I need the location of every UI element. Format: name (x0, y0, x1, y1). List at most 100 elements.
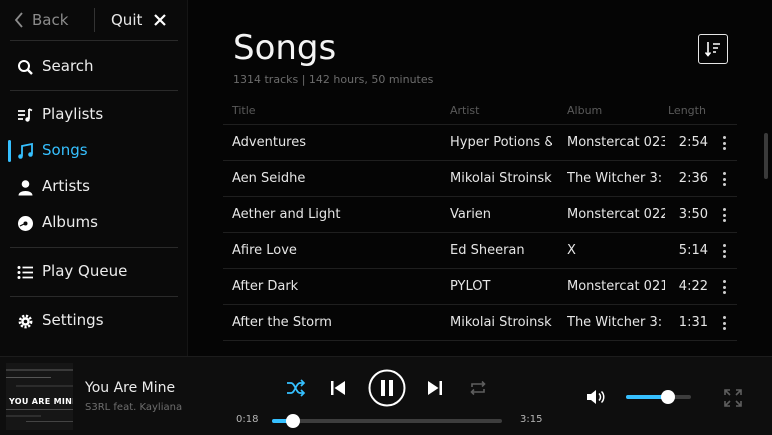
song-title: Aether and Light (232, 207, 341, 222)
more-options-icon[interactable] (717, 170, 731, 188)
total-time: 3:15 (520, 414, 543, 425)
close-icon (154, 14, 167, 26)
back-label: Back (32, 11, 69, 29)
song-artist: Hyper Potions & (450, 135, 552, 150)
song-album: Monstercat 023 (567, 135, 665, 150)
song-title: After Dark (232, 279, 299, 294)
divider (10, 296, 178, 297)
sidebar-item-label: Playlists (42, 105, 104, 123)
song-artist: Varien (450, 207, 492, 222)
sidebar-item-search[interactable]: Search (0, 52, 188, 82)
song-artist: Mikolai Stroinski (450, 315, 552, 330)
divider (10, 90, 178, 91)
song-album: Monstercat 022 (567, 207, 665, 222)
sidebar-item-settings[interactable]: Settings (0, 306, 188, 336)
music-note-icon (18, 143, 33, 159)
sidebar-item-play-queue[interactable]: Play Queue (0, 257, 188, 287)
cover-text: YOU ARE MINE (9, 397, 73, 406)
column-header-album[interactable]: Album (567, 104, 602, 117)
song-artist: Mikolai Stroinski (450, 171, 552, 186)
table-row[interactable]: After the Storm Mikolai Stroinski The Wi… (223, 304, 737, 340)
column-header-length[interactable]: Length (668, 104, 706, 117)
seek-bar-handle[interactable] (285, 414, 300, 428)
sidebar-item-artists[interactable]: Artists (0, 172, 188, 202)
disc-icon (18, 216, 33, 231)
table-row[interactable]: Aen Seidhe Mikolai Stroinski The Witcher… (223, 160, 737, 196)
more-options-icon[interactable] (717, 242, 731, 260)
song-album: Monstercat 021 - (567, 279, 665, 294)
song-title: Aen Seidhe (232, 171, 306, 186)
player-bar: YOU ARE MINE You Are Mine S3RL feat. Kay… (0, 356, 772, 435)
sidebar-item-playlists[interactable]: Playlists (0, 100, 188, 130)
sidebar-item-albums[interactable]: Albums (0, 208, 188, 238)
repeat-icon[interactable] (469, 380, 487, 396)
song-album: The Witcher 3: W (567, 171, 665, 186)
now-playing-title: You Are Mine (85, 380, 176, 396)
table-row-partial[interactable] (223, 340, 737, 356)
song-artist: Ed Sheeran (450, 243, 525, 258)
table-row[interactable]: Aether and Light Varien Monstercat 022 3… (223, 196, 737, 232)
scrollbar[interactable] (764, 133, 768, 179)
seek-bar[interactable] (272, 414, 502, 428)
queue-icon (17, 266, 33, 279)
main-content: Songs 1314 tracks | 142 hours, 50 minute… (189, 0, 772, 356)
more-options-icon[interactable] (717, 134, 731, 152)
song-title: Afire Love (232, 243, 297, 258)
shuffle-icon[interactable] (286, 379, 306, 397)
volume-slider[interactable] (626, 390, 691, 404)
sidebar: Back Quit Search Playlists Songs Artists… (0, 0, 188, 356)
back-button[interactable]: Back (14, 8, 68, 32)
more-options-icon[interactable] (717, 206, 731, 224)
gear-icon (18, 314, 33, 329)
playlist-icon (18, 108, 33, 122)
song-title: After the Storm (232, 315, 332, 330)
song-length: 2:54 (678, 135, 708, 150)
song-title: Adventures (232, 135, 307, 150)
song-length: 5:14 (678, 243, 708, 258)
table-row[interactable]: Adventures Hyper Potions & Monstercat 02… (223, 124, 737, 160)
song-length: 1:31 (678, 315, 708, 330)
table-row[interactable]: Afire Love Ed Sheeran X 5:14 (223, 232, 737, 268)
chevron-left-icon (14, 12, 23, 28)
sidebar-item-label: Albums (42, 213, 98, 231)
topbar-divider (94, 8, 95, 32)
more-options-icon[interactable] (717, 314, 731, 332)
sort-button[interactable] (698, 34, 728, 64)
column-header-title[interactable]: Title (232, 104, 256, 117)
sidebar-item-label: Artists (42, 177, 90, 195)
column-header-artist[interactable]: Artist (450, 104, 479, 117)
previous-icon[interactable] (330, 379, 346, 397)
volume-slider-handle[interactable] (661, 390, 676, 404)
pause-icon[interactable] (368, 369, 406, 407)
library-summary: 1314 tracks | 142 hours, 50 minutes (233, 73, 434, 86)
table-row[interactable]: After Dark PYLOT Monstercat 021 - 4:22 (223, 268, 737, 304)
now-playing-artist: S3RL feat. Kayliana (85, 402, 183, 413)
next-icon[interactable] (427, 379, 443, 397)
page-title: Songs (233, 28, 337, 68)
divider (10, 40, 178, 41)
song-length: 4:22 (678, 279, 708, 294)
quit-button[interactable]: Quit (111, 8, 167, 32)
sidebar-topbar: Back Quit (0, 0, 188, 40)
song-artist: PYLOT (450, 279, 491, 294)
song-album: X (567, 243, 576, 258)
sidebar-item-songs[interactable]: Songs (0, 136, 188, 166)
album-cover[interactable]: YOU ARE MINE (6, 363, 73, 430)
elapsed-time: 0:18 (236, 414, 259, 425)
sidebar-item-label: Songs (42, 141, 88, 159)
divider (10, 247, 178, 248)
volume-icon[interactable] (586, 388, 606, 406)
sidebar-item-label: Search (42, 57, 94, 75)
sidebar-item-label: Settings (42, 311, 104, 329)
quit-label: Quit (111, 11, 143, 29)
song-length: 2:36 (678, 171, 708, 186)
song-album: The Witcher 3: W (567, 315, 665, 330)
sort-icon (704, 42, 720, 57)
active-indicator (8, 140, 11, 162)
sidebar-item-label: Play Queue (42, 262, 128, 280)
more-options-icon[interactable] (717, 278, 731, 296)
search-icon (18, 60, 33, 75)
fullscreen-icon[interactable] (724, 389, 742, 407)
person-icon (18, 180, 33, 196)
song-length: 3:50 (678, 207, 708, 222)
